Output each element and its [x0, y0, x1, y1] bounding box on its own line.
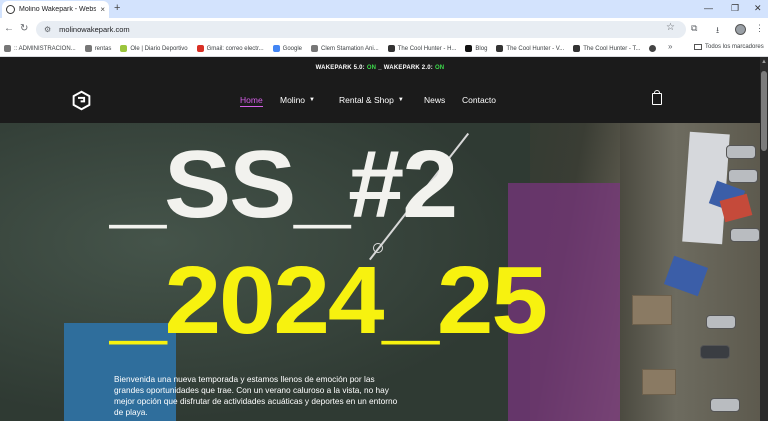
- all-bookmarks-button[interactable]: Todos los marcadores: [694, 44, 764, 50]
- bookmark-item[interactable]: The Cool Hunter - V...: [496, 45, 564, 52]
- nav-molino-label: Molino: [280, 95, 306, 105]
- bookmark-item[interactable]: rentas: [84, 45, 111, 52]
- bookmark-favicon-icon: [120, 45, 128, 52]
- bookmark-favicon-icon: [496, 45, 504, 52]
- tab-strip: Molino Wakepark - Website × + — ❐ ✕: [0, 0, 768, 18]
- page-scrollbar[interactable]: ▲: [760, 57, 768, 421]
- site-info-icon[interactable]: ⚙: [44, 25, 51, 34]
- hero-section: _SS_#2 _2024_25 Bienvenida una nueva tem…: [0, 123, 760, 421]
- bookmark-item[interactable]: The Cool Hunter - T...: [573, 45, 640, 52]
- car-image: [730, 228, 760, 242]
- bookmark-favicon-icon: [465, 45, 473, 52]
- scrollbar-thumb[interactable]: [761, 71, 767, 151]
- hero-title-line1: _SS_#2: [110, 131, 458, 238]
- car-image: [710, 398, 740, 412]
- nav-home[interactable]: Home: [240, 95, 263, 107]
- bookmark-favicon-icon: [573, 45, 581, 52]
- folder-icon: [694, 44, 702, 50]
- bookmark-item[interactable]: Google: [272, 45, 302, 52]
- google-icon: [272, 45, 280, 52]
- wakepark-5-label: WAKEPARK 5.0:: [315, 64, 365, 71]
- molino-logo-icon[interactable]: [71, 90, 92, 111]
- bookmark-favicon-icon: [387, 45, 395, 52]
- restore-button[interactable]: ❐: [731, 3, 739, 14]
- extensions-icon[interactable]: ⧉: [691, 23, 697, 34]
- car-image: [706, 315, 736, 329]
- wakepark-2-label: WAKEPARK 2.0:: [383, 64, 433, 71]
- bookmark-favicon-icon: [84, 45, 92, 52]
- bookmarks-overflow-button[interactable]: »: [668, 42, 672, 51]
- tab-title: Molino Wakepark - Website: [19, 6, 97, 13]
- address-bar[interactable]: ⚙ molinowakepark.com: [36, 21, 686, 38]
- wakepark-2-status: ON: [434, 64, 445, 71]
- address-url: molinowakepark.com: [59, 25, 130, 34]
- chevron-down-icon: ▼: [309, 97, 315, 103]
- bookmark-item[interactable]: Gmail: correo electr...: [196, 45, 264, 52]
- bookmark-item[interactable]: [649, 45, 659, 52]
- bookmark-item[interactable]: :: ADMINISTRACION...: [4, 45, 76, 52]
- nav-rental-shop[interactable]: Rental & Shop ▼: [339, 95, 404, 105]
- main-navigation: Home Molino ▼ Rental & Shop ▼ News Contact…: [0, 78, 760, 123]
- bookmark-favicon-icon: [4, 45, 11, 52]
- bookmark-item[interactable]: Clem Stamation Ani...: [311, 45, 379, 52]
- bookmark-favicon-icon: [649, 45, 657, 52]
- new-tab-button[interactable]: +: [114, 2, 120, 14]
- site-favicon-icon: [6, 5, 15, 14]
- bookmark-item[interactable]: Ole | Diario Deportivo: [120, 45, 188, 52]
- hero-title-line2: _2024_25: [110, 247, 548, 354]
- status-separator: _: [378, 64, 382, 71]
- download-icon[interactable]: ⭳: [716, 23, 719, 39]
- back-button[interactable]: ←: [4, 23, 14, 34]
- gmail-icon: [196, 45, 204, 52]
- bookmark-star-icon[interactable]: ☆: [666, 22, 675, 33]
- tab-close-icon[interactable]: ×: [100, 5, 105, 14]
- nav-molino[interactable]: Molino ▼: [280, 95, 315, 105]
- close-window-button[interactable]: ✕: [754, 3, 762, 14]
- profile-avatar[interactable]: [735, 24, 746, 35]
- car-image: [728, 169, 758, 183]
- reload-button[interactable]: ↻: [20, 23, 28, 34]
- nav-rental-label: Rental & Shop: [339, 95, 394, 105]
- chevron-down-icon: ▼: [397, 97, 404, 103]
- bookmark-favicon-icon: [311, 45, 319, 52]
- shopping-bag-icon[interactable]: [652, 90, 662, 105]
- deck-image: [632, 295, 672, 325]
- car-image: [726, 145, 756, 159]
- website-viewport: WAKEPARK 5.0: ON _ WAKEPARK 2.0: ON Home…: [0, 57, 768, 421]
- bookmark-item[interactable]: Blog: [465, 45, 487, 52]
- tab-molino-wakepark[interactable]: Molino Wakepark - Website ×: [2, 1, 109, 18]
- menu-kebab-icon[interactable]: ⋮: [755, 23, 764, 34]
- hero-description: Bienvenida una nueva temporada y estamos…: [114, 374, 398, 417]
- minimize-button[interactable]: —: [704, 3, 713, 13]
- nav-contacto[interactable]: Contacto: [462, 95, 496, 105]
- scroll-up-icon[interactable]: ▲: [761, 59, 767, 65]
- status-topbar: WAKEPARK 5.0: ON _ WAKEPARK 2.0: ON: [0, 57, 760, 78]
- deck-image: [642, 369, 676, 395]
- browser-window: Molino Wakepark - Website × + — ❐ ✕ ← ↻ …: [0, 0, 768, 421]
- browser-toolbar: ← ↻ ⚙ molinowakepark.com ☆ ⧉ ⭳ ⋮: [0, 18, 768, 41]
- bookmark-item[interactable]: The Cool Hunter - H...: [387, 45, 456, 52]
- wakepark-5-status: ON: [366, 64, 377, 71]
- car-image: [700, 345, 730, 359]
- nav-news[interactable]: News: [424, 95, 445, 105]
- bookmarks-bar: :: ADMINISTRACION... rentas Ole | Diario…: [0, 41, 768, 57]
